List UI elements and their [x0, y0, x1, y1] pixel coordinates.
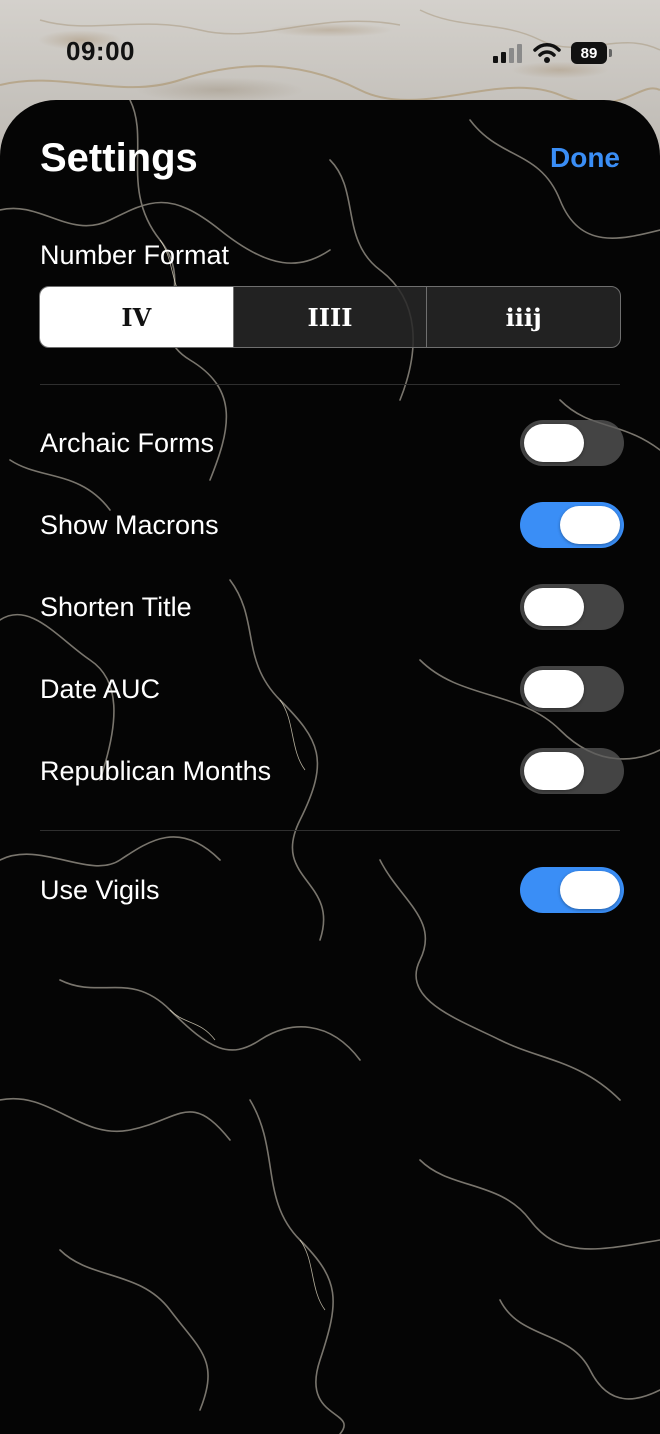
toggle-knob	[524, 424, 584, 462]
row-date-auc: Date AUC	[40, 666, 624, 716]
show-macrons-label: Show Macrons	[40, 510, 219, 540]
toggle-knob	[524, 752, 584, 790]
segment-iiii[interactable]: IIII	[232, 287, 427, 347]
settings-sheet: Settings Done Number Format IV IIII iiij…	[0, 100, 660, 1434]
row-use-vigils: Use Vigils	[40, 867, 624, 917]
archaic-forms-label: Archaic Forms	[40, 428, 215, 458]
page-title: Settings	[40, 136, 198, 180]
republican-months-label: Republican Months	[40, 756, 272, 786]
archaic-forms-toggle[interactable]	[520, 420, 624, 466]
date-auc-toggle[interactable]	[520, 666, 624, 712]
row-shorten-title: Shorten Title	[40, 584, 624, 634]
battery-cap	[609, 49, 612, 57]
done-button[interactable]: Done	[550, 142, 620, 174]
shorten-title-toggle[interactable]	[520, 584, 624, 630]
show-macrons-toggle[interactable]	[520, 502, 624, 548]
toggle-knob	[524, 588, 584, 626]
cellular-signal-icon	[493, 44, 522, 63]
status-icons: 89	[493, 40, 612, 66]
divider	[40, 830, 620, 831]
row-republican-months: Republican Months	[40, 748, 624, 798]
battery-icon: 89	[571, 42, 607, 64]
row-archaic-forms: Archaic Forms	[40, 420, 624, 470]
toggle-knob	[524, 670, 584, 708]
date-auc-label: Date AUC	[40, 674, 161, 704]
number-format-label: Number Format	[40, 240, 230, 270]
segment-iiij[interactable]: iiij	[426, 287, 620, 347]
status-bar: 09:00 89	[0, 0, 660, 100]
use-vigils-label: Use Vigils	[40, 875, 160, 905]
toggle-knob	[560, 871, 620, 909]
segment-iv[interactable]: IV	[40, 287, 233, 347]
shorten-title-label: Shorten Title	[40, 592, 192, 622]
sheet-content: Settings Done Number Format IV IIII iiij…	[0, 100, 660, 1434]
status-time: 09:00	[66, 36, 135, 66]
toggle-knob	[560, 506, 620, 544]
battery-level: 89	[580, 44, 598, 62]
use-vigils-toggle[interactable]	[520, 867, 624, 913]
number-format-segmented-control: IV IIII iiij	[39, 286, 621, 348]
row-show-macrons: Show Macrons	[40, 502, 624, 552]
divider	[40, 384, 620, 385]
republican-months-toggle[interactable]	[520, 748, 624, 794]
wifi-icon	[533, 43, 561, 63]
